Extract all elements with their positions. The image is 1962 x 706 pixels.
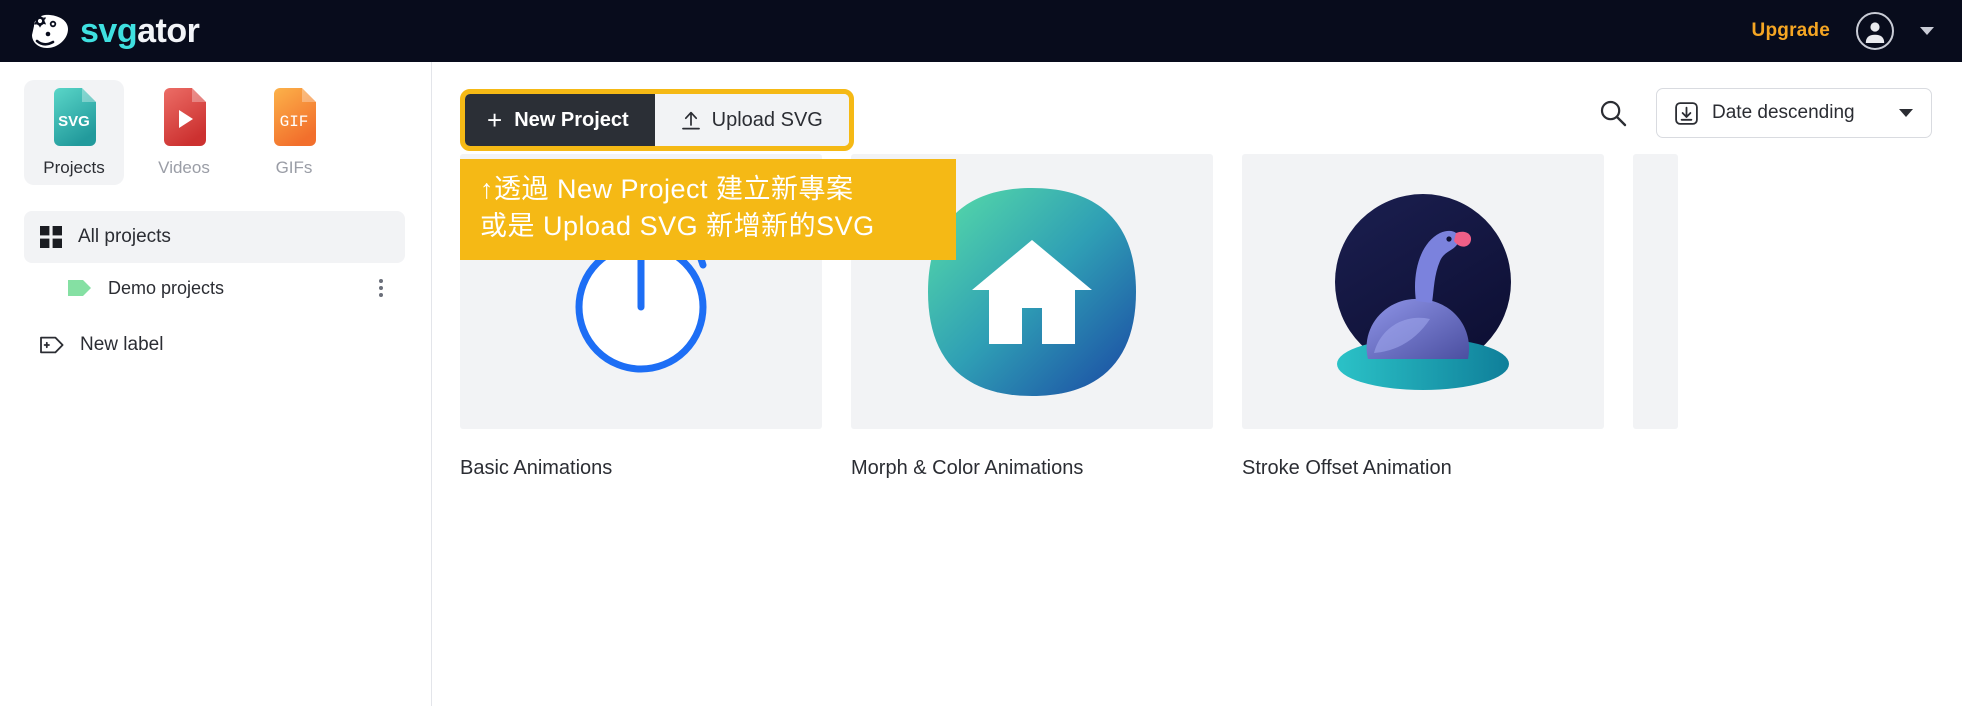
new-project-label: New Project	[514, 108, 629, 131]
app-header: svgator Upgrade	[0, 0, 1962, 62]
project-thumbnail	[1242, 154, 1604, 429]
sidebar-item-label: All projects	[78, 226, 171, 247]
filetype-tab-label: GIFs	[275, 157, 313, 177]
project-card-title: Stroke Offset Animation	[1242, 457, 1452, 479]
plus-icon: +	[487, 105, 503, 135]
project-card-title: Morph & Color Animations	[851, 457, 1084, 479]
sidebar-item-label: Demo projects	[108, 277, 225, 298]
project-card-partial[interactable]	[1633, 154, 1678, 480]
label-tag-icon	[68, 280, 91, 296]
project-card-stroke-offset-animation[interactable]: Stroke Offset Animation	[1242, 154, 1604, 480]
toolbar-right: Date descending	[1598, 88, 1932, 138]
add-label-icon	[40, 336, 64, 354]
grid-icon	[40, 226, 62, 248]
annotation-callout: ↑透過 New Project 建立新專案 或是 Upload SVG 新增新的…	[460, 159, 956, 260]
main-content: + New Project Upload SVG Date descending…	[433, 62, 1962, 706]
sidebar: SVG Projects Videos GIF GIFs All project…	[0, 62, 432, 706]
annotation-line-1: ↑透過 New Project 建立新專案	[480, 174, 854, 204]
sort-dropdown-label: Date descending	[1712, 102, 1855, 123]
upgrade-button[interactable]: Upgrade	[1752, 20, 1830, 42]
download-sort-icon	[1675, 101, 1698, 125]
filetype-tab-label: Videos	[158, 157, 210, 177]
account-menu-chevron-down-icon[interactable]	[1920, 27, 1934, 35]
filetype-tabs: SVG Projects Videos GIF GIFs	[0, 62, 431, 185]
upload-arrow-icon	[681, 111, 700, 129]
upload-svg-label: Upload SVG	[711, 108, 823, 131]
project-thumbnail	[1633, 154, 1678, 429]
svgator-dashboard: svgator Upgrade SVG Projects Videos GIF …	[0, 0, 1962, 706]
upload-svg-button[interactable]: Upload SVG	[654, 94, 849, 146]
annotation-line-2: 或是 Upload SVG 新增新的SVG	[480, 211, 875, 242]
gif-file-icon: GIF	[274, 87, 316, 146]
user-avatar-icon	[1865, 22, 1885, 43]
svg-text:SVG: SVG	[58, 113, 90, 130]
filetype-tab-label: Projects	[43, 157, 105, 177]
toolbar: + New Project Upload SVG Date descending	[433, 62, 1962, 154]
filetype-tab-projects[interactable]: SVG Projects	[24, 80, 124, 185]
sidebar-item-demo-projects[interactable]: Demo projects	[24, 263, 405, 313]
logo-text-svg: svg	[80, 12, 138, 50]
create-button-group: + New Project Upload SVG	[460, 89, 854, 151]
project-card-title: Basic Animations	[460, 457, 613, 479]
new-label-text: New label	[80, 334, 164, 355]
svg-file-icon: SVG	[54, 87, 96, 146]
sort-dropdown[interactable]: Date descending	[1656, 88, 1932, 138]
new-project-button[interactable]: + New Project	[465, 94, 655, 146]
video-file-icon	[164, 87, 206, 146]
filetype-tab-videos[interactable]: Videos	[134, 80, 234, 185]
svg-text:GIF: GIF	[280, 113, 309, 131]
search-icon[interactable]	[1598, 98, 1628, 128]
filetype-tab-gifs[interactable]: GIF GIFs	[244, 80, 344, 185]
svgator-logo[interactable]: svgator	[28, 12, 200, 50]
avatar[interactable]	[1856, 12, 1894, 50]
header-actions: Upgrade	[1752, 12, 1934, 50]
logo-wordmark: svgator	[80, 12, 200, 50]
swan-illustration	[1335, 193, 1511, 390]
logo-text-ator: ator	[137, 12, 200, 50]
sidebar-nav: All projects Demo projects New label	[0, 211, 431, 371]
sort-chevron-down-icon	[1899, 109, 1913, 117]
new-label-button[interactable]: New label	[24, 319, 405, 371]
gator-head-icon	[32, 14, 68, 49]
house-squircle-illustration	[928, 187, 1136, 396]
kebab-menu-icon[interactable]	[373, 273, 389, 303]
sidebar-item-all-projects[interactable]: All projects	[24, 211, 405, 263]
